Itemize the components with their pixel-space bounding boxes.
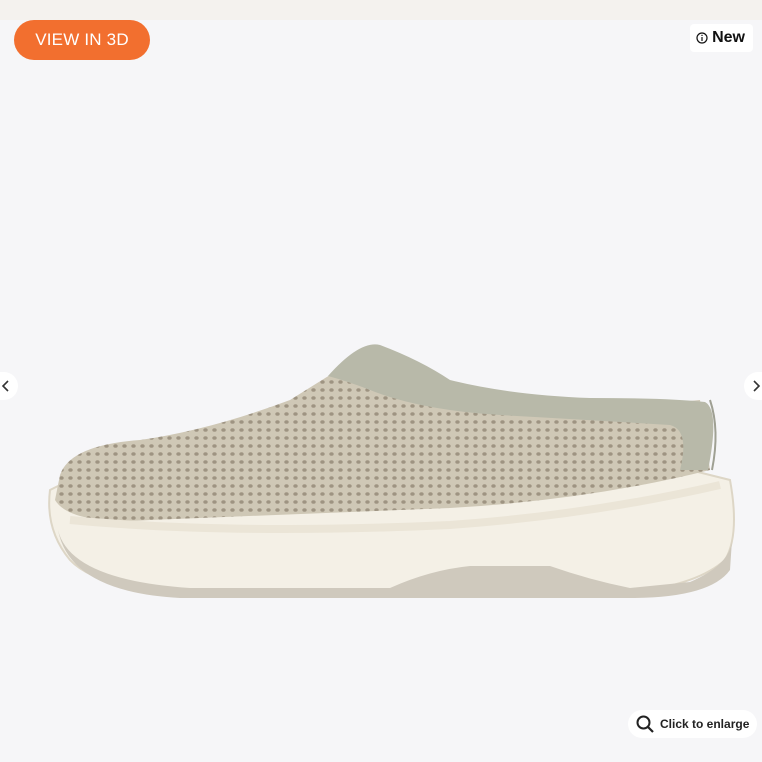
badge-label: New <box>712 29 745 46</box>
chevron-right-icon <box>753 380 761 392</box>
view-in-3d-button[interactable]: VIEW IN 3D <box>14 20 150 60</box>
magnifier-icon <box>636 715 654 733</box>
click-to-enlarge-button[interactable]: Click to enlarge <box>628 710 758 738</box>
previous-image-button[interactable] <box>0 372 18 400</box>
chevron-left-icon <box>1 380 9 392</box>
info-icon <box>696 32 708 44</box>
product-image-viewer[interactable]: VIEW IN 3D New Click to enlarge <box>0 0 762 762</box>
enlarge-label: Click to enlarge <box>660 717 750 731</box>
top-strip <box>0 0 762 20</box>
new-badge[interactable]: New <box>690 24 753 52</box>
product-shoe-image <box>48 344 735 598</box>
